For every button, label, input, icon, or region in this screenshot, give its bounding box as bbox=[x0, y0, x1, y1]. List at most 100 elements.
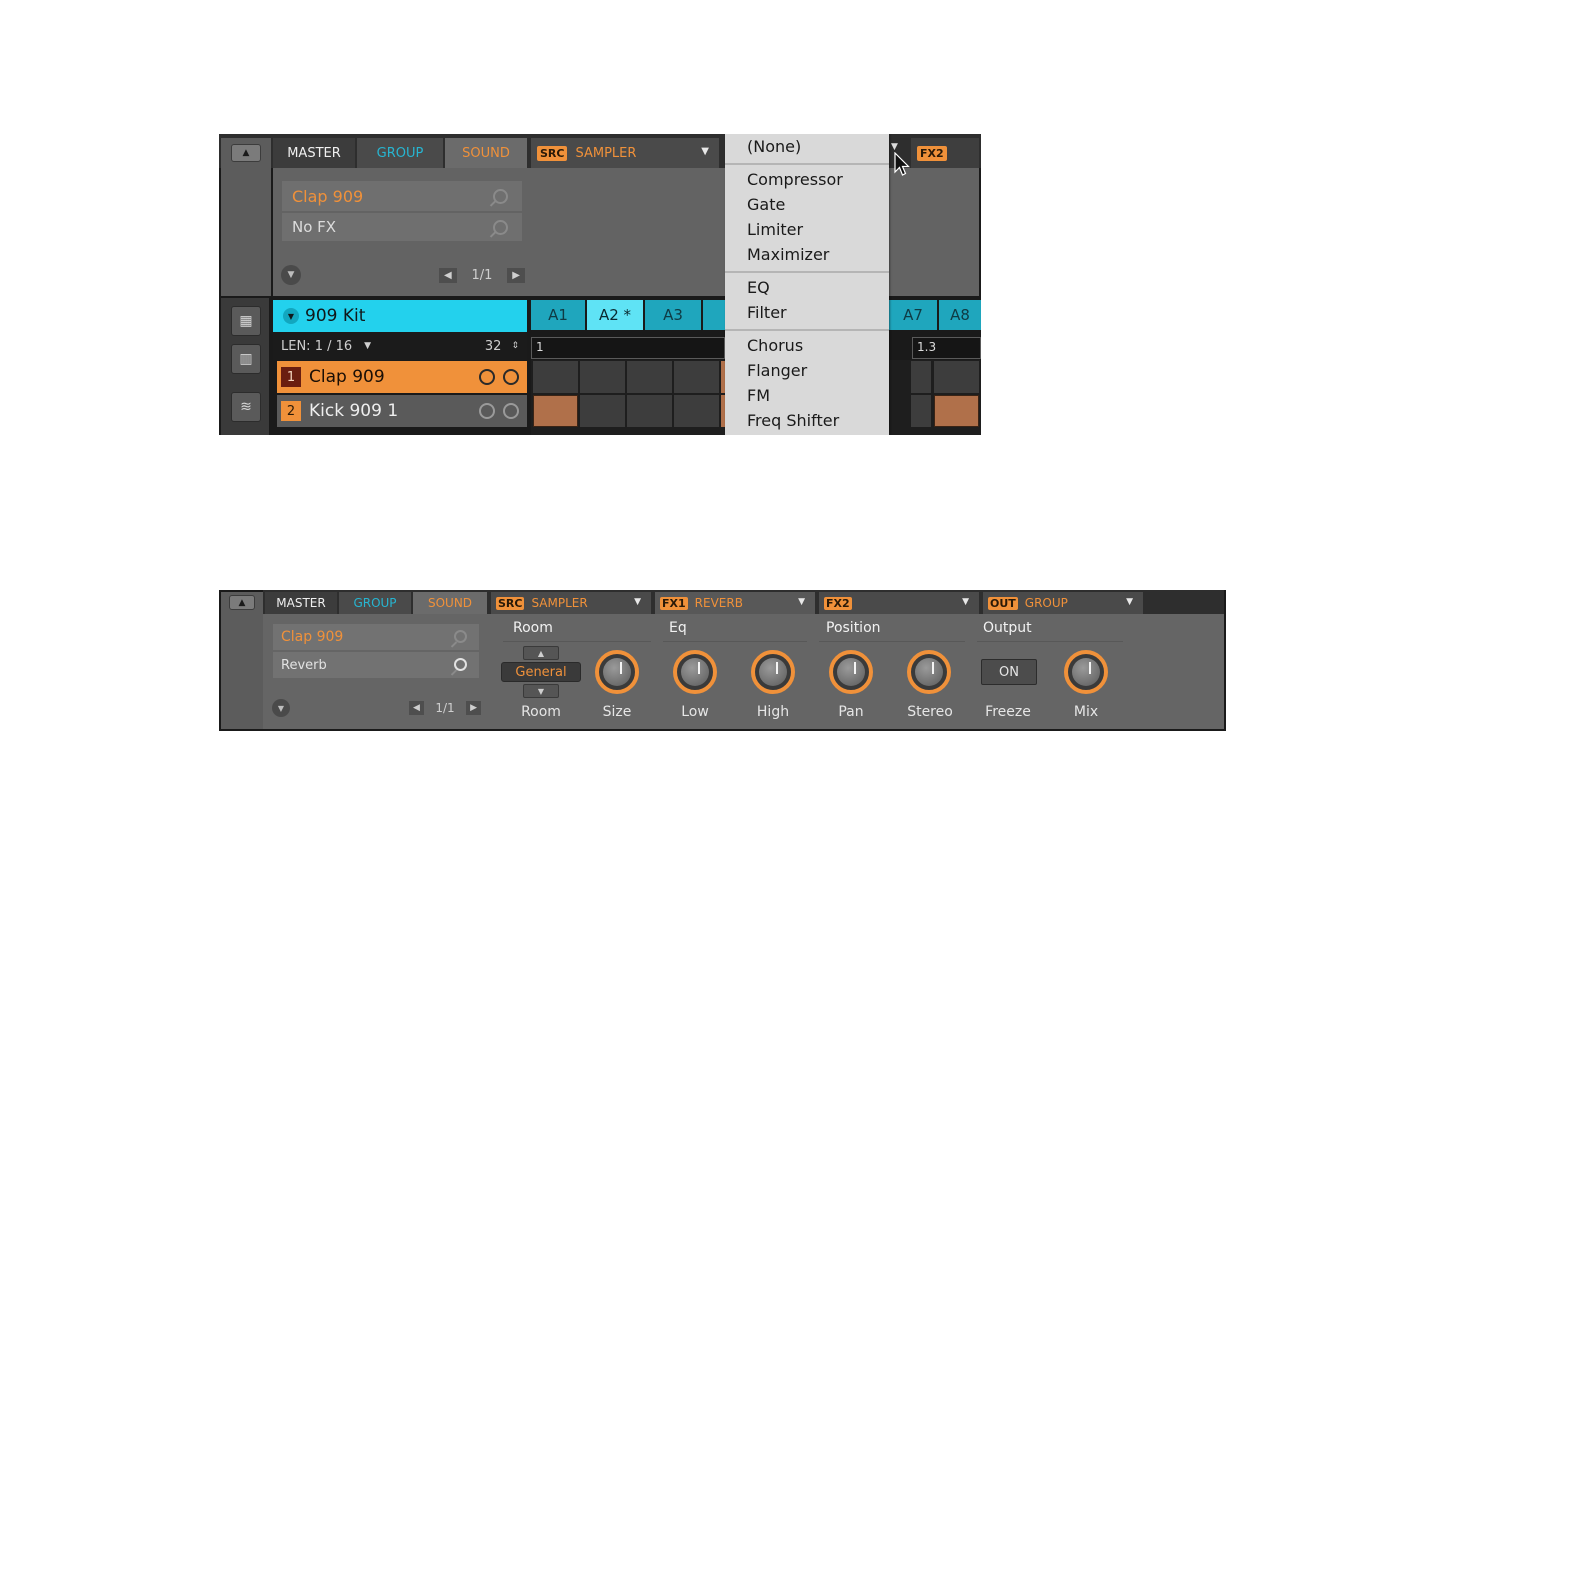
menu-item-freq-shifter[interactable]: Freq Shifter bbox=[747, 411, 839, 430]
menu-item-gate[interactable]: Gate bbox=[747, 195, 785, 214]
fx1-value: REVERB bbox=[694, 596, 743, 610]
section-output: Output bbox=[983, 620, 1032, 636]
tab-master[interactable]: MASTER bbox=[265, 592, 337, 614]
fx-slot-menu-screenshot: ▲ MASTER GROUP SOUND SRC SAMPLER ▼ FX2 C… bbox=[219, 134, 981, 435]
label-high: High bbox=[756, 704, 790, 720]
low-knob[interactable] bbox=[673, 650, 717, 694]
fx1-slot[interactable]: FX1 REVERB ▼ bbox=[655, 592, 815, 614]
section-divider bbox=[977, 641, 1123, 642]
fx2-slot[interactable]: FX2 bbox=[911, 138, 979, 168]
pattern-tab-a3[interactable]: A3 bbox=[645, 300, 701, 330]
step-cell[interactable] bbox=[674, 395, 719, 427]
page-next-icon[interactable]: ▶ bbox=[507, 267, 525, 283]
src-slot[interactable]: SRC SAMPLER ▼ bbox=[531, 138, 719, 168]
search-icon[interactable] bbox=[454, 658, 467, 671]
fx-preset-field[interactable]: Reverb bbox=[273, 652, 479, 678]
section-divider bbox=[503, 641, 651, 642]
page-prev-icon[interactable]: ◀ bbox=[439, 267, 457, 283]
reverb-panel-screenshot: ▲ MASTER GROUP SOUND SRC SAMPLER ▼ FX1 R… bbox=[219, 590, 1226, 731]
pan-knob[interactable] bbox=[829, 650, 873, 694]
search-icon[interactable] bbox=[493, 189, 508, 204]
step-cell[interactable] bbox=[911, 361, 931, 393]
sound-number: 2 bbox=[281, 401, 301, 421]
menu-item-maximizer[interactable]: Maximizer bbox=[747, 245, 829, 264]
chevron-down-icon[interactable]: ▼ bbox=[272, 699, 290, 717]
chevron-down-icon[interactable]: ▼ bbox=[283, 308, 299, 324]
pad-grid-icon[interactable]: ▦ bbox=[231, 306, 261, 336]
section-position: Position bbox=[826, 620, 881, 636]
menu-item-chorus[interactable]: Chorus bbox=[747, 336, 803, 355]
room-down-button[interactable]: ▼ bbox=[523, 684, 559, 698]
chevron-down-icon: ▼ bbox=[634, 597, 641, 607]
out-slot[interactable]: OUT GROUP ▼ bbox=[983, 592, 1143, 614]
menu-item-flanger[interactable]: Flanger bbox=[747, 361, 807, 380]
fx2-slot[interactable]: FX2 ▼ bbox=[819, 592, 979, 614]
search-icon[interactable] bbox=[454, 630, 467, 643]
menu-item-filter[interactable]: Filter bbox=[747, 303, 787, 322]
mix-knob[interactable] bbox=[1064, 650, 1108, 694]
collapse-up-button[interactable]: ▲ bbox=[231, 144, 261, 162]
chevron-down-icon: ▼ bbox=[1126, 597, 1133, 607]
menu-item-eq[interactable]: EQ bbox=[747, 278, 770, 297]
step-cell[interactable] bbox=[911, 395, 931, 427]
sound-volume-icon[interactable] bbox=[503, 403, 519, 419]
sound-volume-icon[interactable] bbox=[503, 369, 519, 385]
step-cell[interactable] bbox=[627, 361, 672, 393]
keyboard-icon[interactable]: ▥ bbox=[231, 344, 261, 374]
stereo-knob[interactable] bbox=[907, 650, 951, 694]
freeze-on-button[interactable]: ON bbox=[981, 659, 1037, 685]
step-cell-active[interactable] bbox=[934, 395, 979, 427]
src-slot[interactable]: SRC SAMPLER ▼ bbox=[491, 592, 651, 614]
fx-preset-field[interactable]: No FX bbox=[282, 213, 522, 241]
group-header[interactable]: ▼ 909 Kit bbox=[273, 300, 527, 332]
step-cell-active[interactable] bbox=[533, 395, 578, 427]
search-icon[interactable] bbox=[493, 220, 508, 235]
step-cell[interactable] bbox=[674, 361, 719, 393]
section-divider bbox=[819, 641, 965, 642]
menu-separator bbox=[725, 329, 889, 331]
src-value: SAMPLER bbox=[575, 145, 637, 161]
length-label[interactable]: LEN: 1 / 16 bbox=[281, 339, 352, 354]
timeline-ruler-right[interactable]: 1.3 bbox=[912, 337, 981, 359]
sound-row-2[interactable]: 2 Kick 909 1 bbox=[277, 395, 527, 427]
step-cell[interactable] bbox=[934, 361, 979, 393]
length-value[interactable]: 32 bbox=[485, 339, 502, 354]
pattern-tab-a7[interactable]: A7 bbox=[889, 300, 937, 330]
tab-sound[interactable]: SOUND bbox=[413, 592, 487, 614]
timeline-ruler[interactable]: 1 bbox=[531, 337, 725, 359]
tab-group[interactable]: GROUP bbox=[339, 592, 411, 614]
waveform-icon[interactable]: ≋ bbox=[231, 392, 261, 422]
pattern-tab-a1[interactable]: A1 bbox=[531, 300, 585, 330]
page-prev-icon[interactable]: ◀ bbox=[409, 701, 424, 715]
menu-item-limiter[interactable]: Limiter bbox=[747, 220, 803, 239]
room-type-selector[interactable]: General bbox=[501, 662, 581, 682]
tab-sound[interactable]: SOUND bbox=[445, 138, 527, 168]
collapse-up-button[interactable]: ▲ bbox=[229, 595, 255, 610]
chevron-down-icon[interactable]: ▼ bbox=[281, 265, 301, 285]
pattern-tab-a4[interactable] bbox=[703, 300, 725, 330]
pattern-tab-a8[interactable]: A8 bbox=[939, 300, 981, 330]
preset-name-field[interactable]: Clap 909 bbox=[273, 624, 479, 650]
room-up-button[interactable]: ▲ bbox=[523, 646, 559, 660]
sound-pan-icon[interactable] bbox=[479, 369, 495, 385]
preset-name-field[interactable]: Clap 909 bbox=[282, 181, 522, 211]
out-badge: OUT bbox=[988, 596, 1018, 610]
menu-item-fm[interactable]: FM bbox=[747, 386, 770, 405]
tab-master[interactable]: MASTER bbox=[273, 138, 355, 168]
step-cell[interactable] bbox=[533, 361, 578, 393]
chevron-down-icon[interactable]: ▼ bbox=[364, 341, 371, 351]
page-next-icon[interactable]: ▶ bbox=[466, 701, 481, 715]
step-cell[interactable] bbox=[627, 395, 672, 427]
tab-group[interactable]: GROUP bbox=[357, 138, 443, 168]
high-knob[interactable] bbox=[751, 650, 795, 694]
pattern-tab-a2[interactable]: A2 * bbox=[587, 300, 643, 330]
sound-pan-icon[interactable] bbox=[479, 403, 495, 419]
size-knob[interactable] bbox=[595, 650, 639, 694]
menu-item-compressor[interactable]: Compressor bbox=[747, 170, 843, 189]
chevron-down-icon: ▼ bbox=[701, 146, 709, 157]
step-cell[interactable] bbox=[580, 395, 625, 427]
sound-row-1[interactable]: 1 Clap 909 bbox=[277, 361, 527, 393]
stepper-icon[interactable]: ⇕ bbox=[511, 341, 519, 351]
step-cell[interactable] bbox=[580, 361, 625, 393]
menu-item-none[interactable]: (None) bbox=[747, 137, 801, 156]
